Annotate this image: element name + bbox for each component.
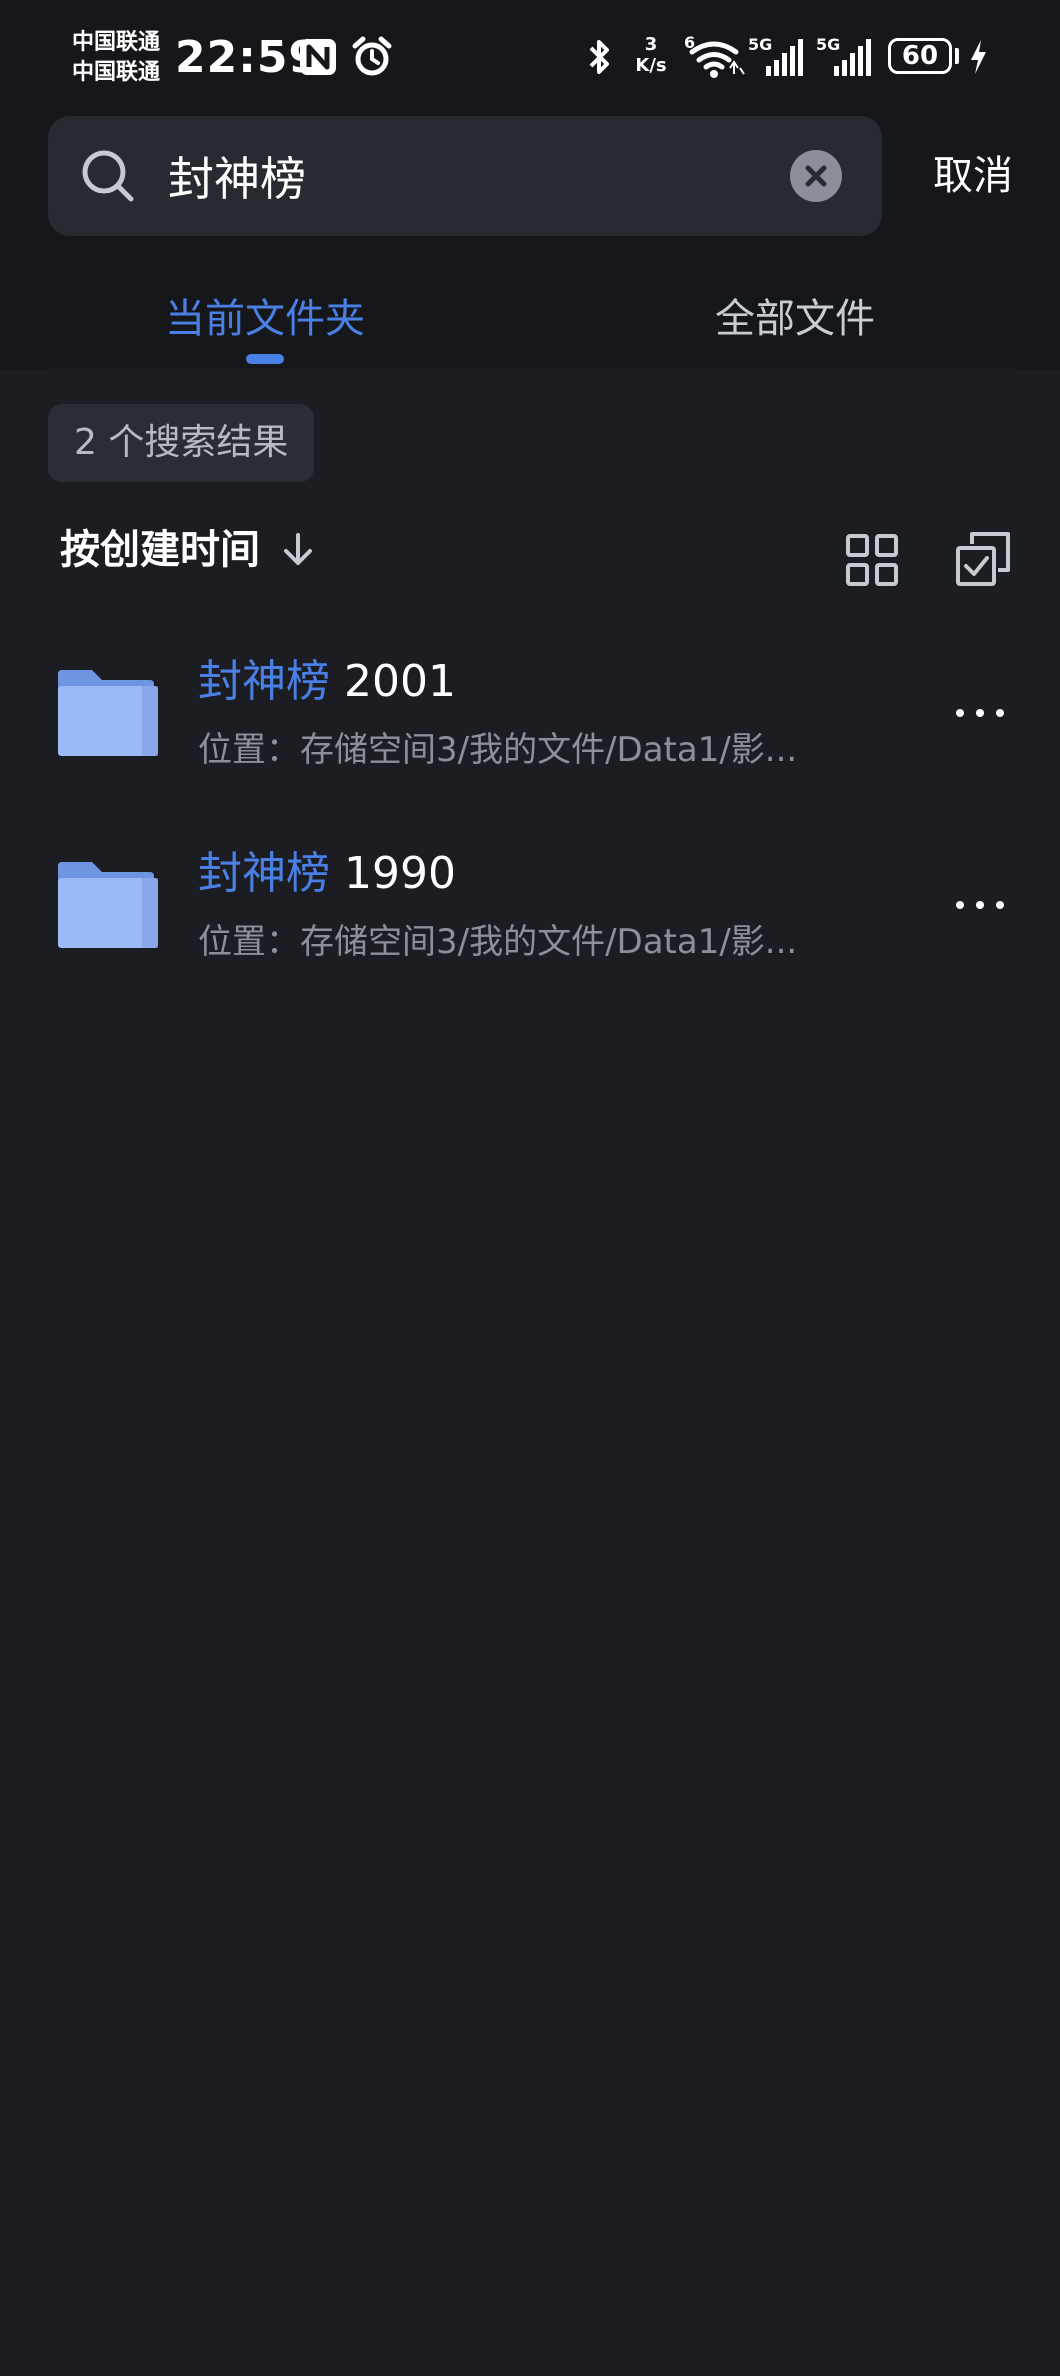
alarm-icon — [352, 36, 392, 76]
carrier-labels: 中国联通 中国联通 — [72, 28, 160, 88]
results-panel: 2 个搜索结果 按创建时间 封神榜 2001 位置：存储空间3/我的文件/Dat… — [0, 368, 1060, 2376]
list-item[interactable]: 封神榜 1990 位置：存储空间3/我的文件/Data1/影... — [0, 824, 1060, 984]
battery-tip — [955, 48, 959, 64]
net-speed-unit: K/s — [635, 55, 667, 76]
cancel-button[interactable]: 取消 — [918, 146, 1028, 206]
result-count-badge: 2 个搜索结果 — [48, 404, 315, 482]
search-box[interactable] — [48, 116, 882, 236]
battery-icon: 60 — [888, 38, 952, 74]
sort-control[interactable]: 按创建时间 — [60, 518, 312, 582]
charging-icon — [971, 40, 986, 74]
carrier-2: 中国联通 — [72, 60, 161, 85]
battery-level: 60 — [901, 41, 939, 71]
item-path: 位置：存储空间3/我的文件/Data1/影... — [198, 922, 798, 962]
item-title-suffix: 2001 — [330, 656, 456, 707]
net-speed-value: 3 — [644, 34, 658, 55]
multi-select-icon[interactable] — [954, 530, 1012, 588]
more-options-icon[interactable] — [950, 688, 1010, 738]
sort-label: 按创建时间 — [60, 527, 260, 573]
list-item[interactable]: 封神榜 2001 位置：存储空间3/我的文件/Data1/影... — [0, 632, 1060, 792]
item-title-suffix: 1990 — [330, 848, 456, 899]
folder-icon — [58, 862, 158, 948]
clear-search-icon[interactable] — [790, 150, 842, 202]
net-speed: 3 K/s — [628, 34, 674, 76]
signal-icon: 5G — [748, 35, 803, 76]
item-title-highlight: 封神榜 — [198, 656, 330, 707]
item-title: 封神榜 1990 — [198, 842, 456, 906]
more-options-icon[interactable] — [950, 880, 1010, 930]
grid-view-icon[interactable] — [844, 532, 900, 588]
nfc-icon — [300, 39, 336, 75]
tab-all-files[interactable]: 全部文件 — [660, 284, 930, 354]
search-icon — [82, 150, 134, 202]
tab-current-folder[interactable]: 当前文件夹 — [130, 284, 400, 354]
bluetooth-icon — [589, 40, 609, 74]
carrier-1: 中国联通 — [72, 30, 161, 55]
item-title-highlight: 封神榜 — [198, 848, 330, 899]
signal-icon: 5G — [816, 35, 871, 76]
search-input[interactable] — [168, 136, 808, 216]
item-title: 封神榜 2001 — [198, 650, 456, 714]
signal-1-label: 5G — [748, 35, 772, 54]
folder-icon — [58, 670, 158, 756]
arrow-down-icon — [284, 533, 312, 565]
status-bar: 中国联通 中国联通 22:59 3 K/s 6 5G 5G 60 — [0, 0, 1060, 110]
signal-2-label: 5G — [816, 35, 840, 54]
wifi-icon: 6 — [684, 34, 745, 78]
tab-indicator — [246, 354, 284, 364]
item-path: 位置：存储空间3/我的文件/Data1/影... — [198, 730, 798, 770]
